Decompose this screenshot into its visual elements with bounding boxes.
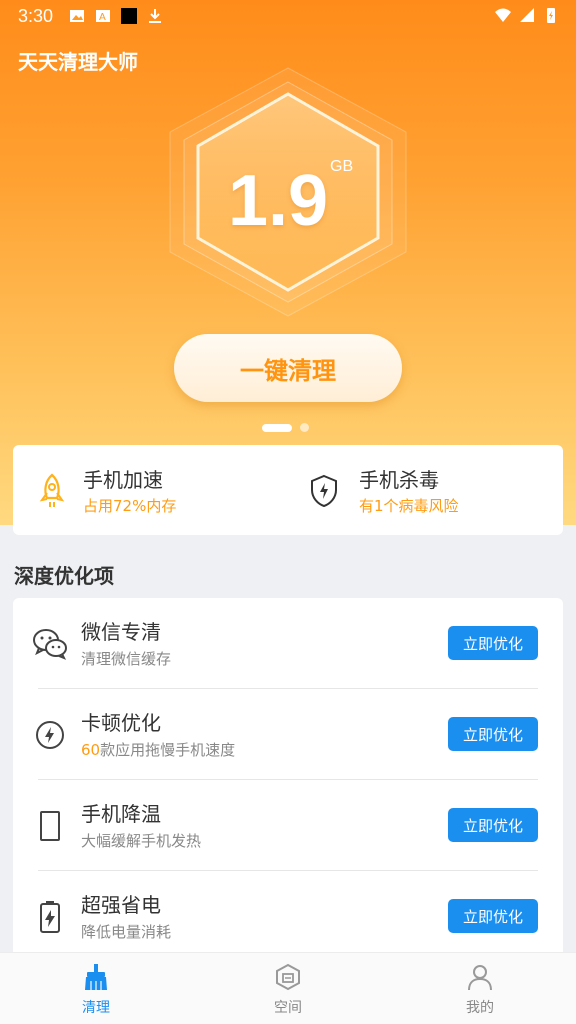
nav-label-storage: 空间	[274, 1000, 302, 1016]
item-subtitle: 清理微信缓存	[81, 650, 172, 668]
speedup-title: 手机加速	[83, 468, 163, 492]
lightning-circle-icon	[36, 721, 64, 749]
antivirus-subtitle: 有1个病毒风险	[359, 497, 459, 515]
nav-label-profile: 我的	[466, 1000, 494, 1016]
bottom-navigation: 清理 空间 我的	[0, 952, 576, 1024]
shield-bolt-icon	[311, 474, 337, 508]
page-dot	[300, 423, 309, 432]
storage-unit: GB	[330, 158, 354, 175]
app-title: 天天清理大师	[18, 50, 138, 74]
phone-icon	[40, 811, 60, 841]
list-item: 手机降温 大幅缓解手机发热 立即优化	[13, 780, 563, 871]
item-subtitle: 大幅缓解手机发热	[81, 832, 202, 850]
wechat-icon	[33, 629, 67, 660]
image-icon	[70, 10, 84, 22]
item-subtitle: 60款应用拖慢手机速度	[81, 739, 235, 760]
nav-label-clean: 清理	[82, 1000, 110, 1016]
nav-tab-clean[interactable]: 清理	[0, 953, 192, 1024]
item-subtitle: 降低电量消耗	[81, 923, 172, 941]
battery-bolt-icon	[40, 901, 60, 933]
item-subtitle-highlight: 60	[81, 741, 101, 759]
status-bar: 3:30 A	[0, 0, 576, 36]
page-dot-active	[262, 423, 292, 432]
list-item: 微信专清 清理微信缓存 立即优化	[13, 598, 563, 689]
optimize-lag-button[interactable]: 立即优化	[448, 717, 538, 751]
signal-icon	[520, 8, 534, 22]
item-title: 手机降温	[81, 802, 161, 826]
status-time: 3:30	[18, 6, 54, 26]
battery-icon	[547, 8, 555, 23]
one-click-clean-button[interactable]: 一键清理	[174, 334, 402, 402]
list-item: 超强省电 降低电量消耗 立即优化	[13, 871, 563, 954]
optimize-cooling-button[interactable]: 立即优化	[448, 808, 538, 842]
font-icon: A	[96, 10, 110, 23]
nav-tab-storage[interactable]: 空间	[192, 953, 384, 1024]
storage-icon	[276, 963, 300, 991]
list-item: 卡顿优化 60款应用拖慢手机速度 立即优化	[13, 689, 563, 780]
wifi-icon	[495, 8, 511, 22]
broom-icon	[85, 964, 107, 990]
antivirus-title: 手机杀毒	[359, 468, 439, 492]
phone-speedup-button[interactable]: 手机加速 占用72%内存	[13, 445, 283, 535]
nav-tab-profile[interactable]: 我的	[384, 953, 576, 1024]
quick-actions-card: 手机加速 占用72%内存 手机杀毒 有1个病毒风险	[13, 445, 563, 535]
storage-value: 1.9	[228, 161, 329, 241]
item-subtitle-text: 款应用拖慢手机速度	[100, 741, 236, 759]
optimize-wechat-button[interactable]: 立即优化	[448, 626, 538, 660]
phone-antivirus-button[interactable]: 手机杀毒 有1个病毒风险	[289, 445, 559, 535]
item-title: 超强省电	[81, 893, 161, 917]
download-icon	[149, 9, 161, 23]
rocket-icon	[39, 473, 65, 507]
square-icon	[121, 8, 137, 24]
item-title: 微信专清	[81, 620, 161, 644]
optimize-battery-button[interactable]: 立即优化	[448, 899, 538, 933]
page-indicator	[262, 423, 309, 432]
optimization-list: 微信专清 清理微信缓存 立即优化 卡顿优化 60款应用拖慢手机速度 立即优化 手…	[13, 598, 563, 954]
user-icon	[468, 965, 492, 991]
section-title: 深度优化项	[14, 564, 114, 588]
item-title: 卡顿优化	[81, 711, 161, 735]
speedup-subtitle: 占用72%内存	[83, 497, 177, 515]
svg-text:A: A	[99, 12, 106, 23]
